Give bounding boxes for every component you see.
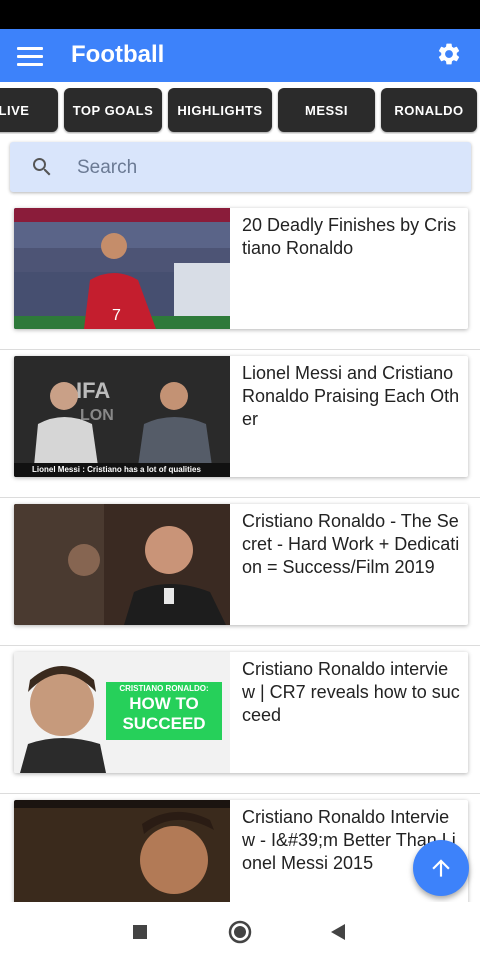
search-bar[interactable]: Search xyxy=(10,142,471,192)
thumbnail-overlay-line1: HOW TO xyxy=(129,694,199,713)
chip-highlights[interactable]: HIGHLIGHTS xyxy=(168,88,272,132)
video-card[interactable]: CRISTIANO RONALDO: HOW TO SUCCEED Cristi… xyxy=(14,652,468,773)
menu-icon[interactable] xyxy=(16,42,44,70)
search-icon xyxy=(33,158,51,176)
thumbnail-overlay-top: CRISTIANO RONALDO: xyxy=(119,684,209,693)
video-title[interactable]: Cristiano Ronaldo interview | CR7 reveal… xyxy=(242,658,460,727)
chip-messi[interactable]: MESSI xyxy=(278,88,375,132)
video-thumbnail[interactable]: IFA LON Lionel Messi : Cristiano has a l… xyxy=(14,356,230,477)
status-bar xyxy=(0,0,480,29)
video-thumbnail[interactable] xyxy=(14,504,230,625)
chip-ronaldo[interactable]: RONALDO xyxy=(381,88,477,132)
arrow-up-icon xyxy=(432,859,450,877)
gear-icon[interactable] xyxy=(436,41,462,67)
list-item[interactable]: 7 20 Deadly Finishes by Cristiano Ronald… xyxy=(0,202,480,350)
video-card[interactable]: IFA LON Lionel Messi : Cristiano has a l… xyxy=(14,356,468,477)
back-icon[interactable] xyxy=(327,921,349,943)
video-thumbnail[interactable]: 7 xyxy=(14,208,230,329)
video-card[interactable]: Cristiano Ronaldo - The Secret - Hard Wo… xyxy=(14,504,468,625)
video-title[interactable]: Lionel Messi and Cristiano Ronaldo Prais… xyxy=(242,362,460,431)
category-chips: LIVE TOP GOALS HIGHLIGHTS MESSI RONALDO xyxy=(0,88,480,134)
video-title[interactable]: 20 Deadly Finishes by Cristiano Ronaldo xyxy=(242,214,460,260)
video-title[interactable]: Cristiano Ronaldo - The Secret - Hard Wo… xyxy=(242,510,460,579)
page-title: Football xyxy=(71,41,165,68)
list-item[interactable]: CRISTIANO RONALDO: HOW TO SUCCEED Cristi… xyxy=(0,646,480,794)
system-nav-bar xyxy=(0,902,480,960)
home-icon[interactable] xyxy=(228,920,252,944)
recents-icon[interactable] xyxy=(129,921,151,943)
svg-text:7: 7 xyxy=(112,307,121,324)
svg-text:IFA: IFA xyxy=(76,378,110,403)
chip-live[interactable]: LIVE xyxy=(0,88,58,132)
thumbnail-overlay-line2: SUCCEED xyxy=(122,714,206,733)
scroll-top-button[interactable] xyxy=(413,840,469,896)
app-bar: Football xyxy=(0,29,480,82)
video-card[interactable]: 7 20 Deadly Finishes by Cristiano Ronald… xyxy=(14,208,468,329)
list-item[interactable]: Cristiano Ronaldo - The Secret - Hard Wo… xyxy=(0,498,480,646)
search-input[interactable]: Search xyxy=(77,157,137,179)
list-item[interactable]: IFA LON Lionel Messi : Cristiano has a l… xyxy=(0,350,480,498)
thumbnail-caption: Lionel Messi : Cristiano has a lot of qu… xyxy=(32,465,201,474)
video-thumbnail[interactable]: CRISTIANO RONALDO: HOW TO SUCCEED xyxy=(14,652,230,773)
chip-top-goals[interactable]: TOP GOALS xyxy=(64,88,162,132)
